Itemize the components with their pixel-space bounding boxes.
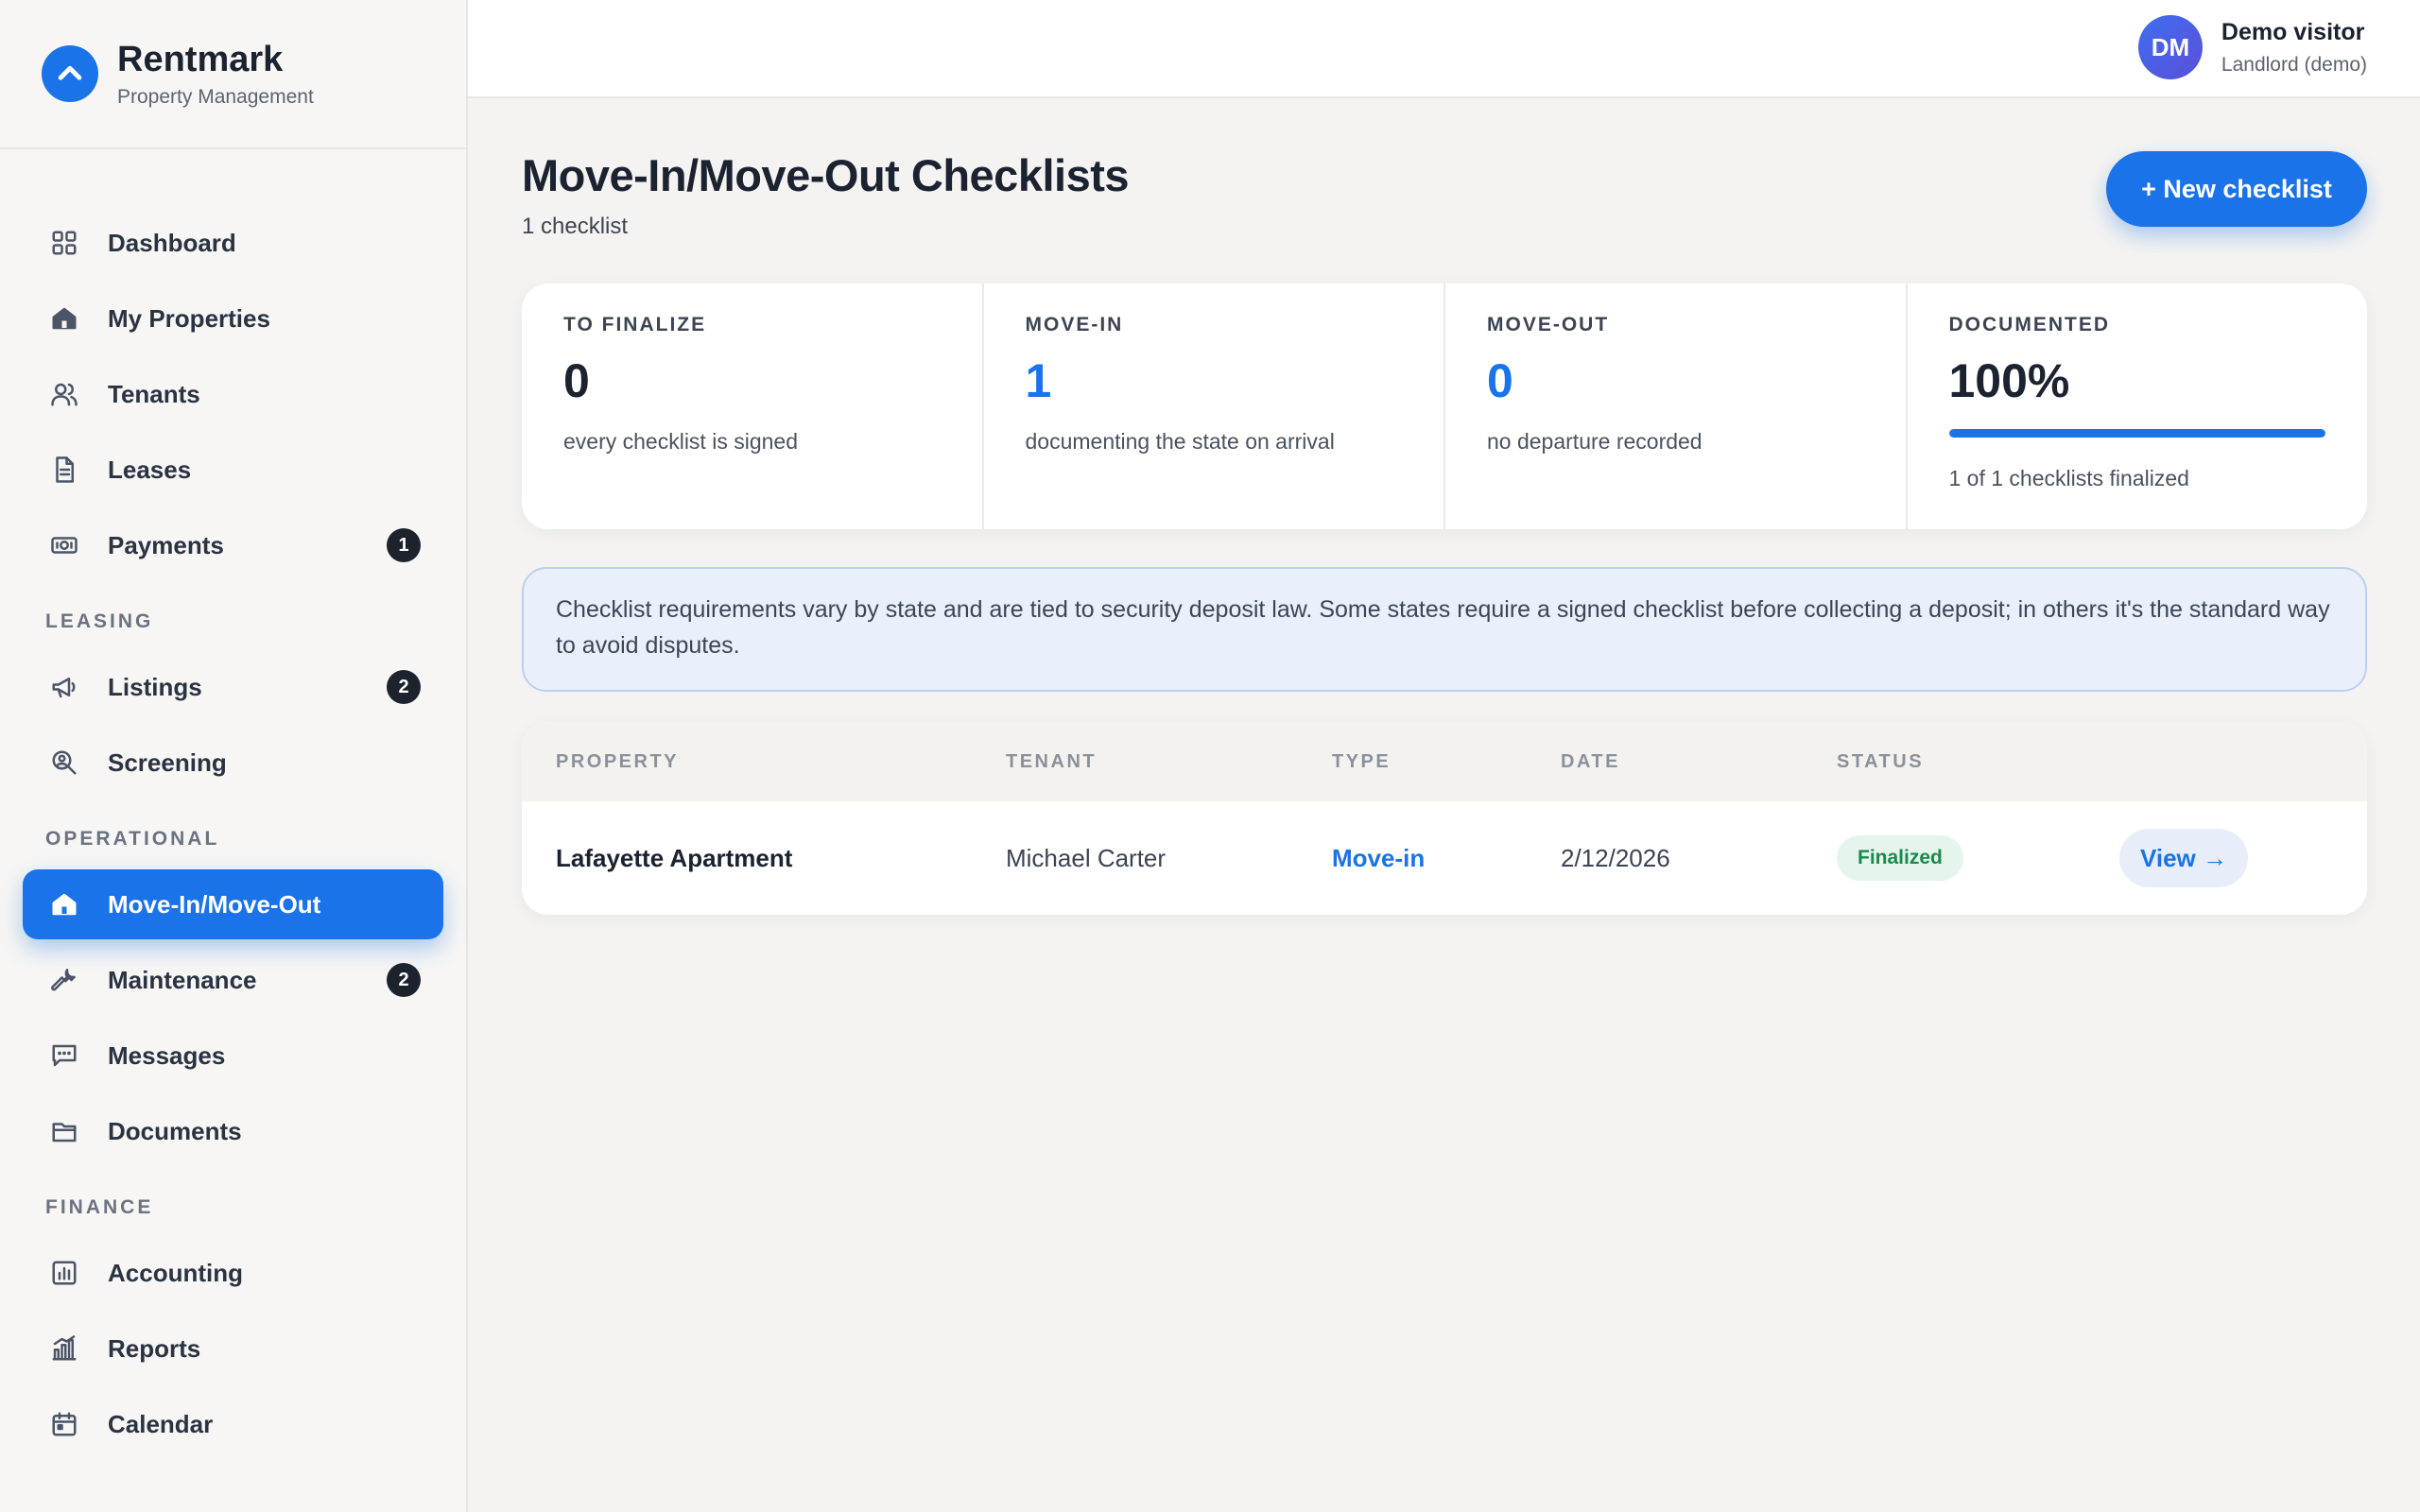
sidebar-item-messages[interactable]: Messages bbox=[23, 1021, 443, 1091]
stat-note: documenting the state on arrival bbox=[1025, 429, 1335, 454]
column-header-property[interactable]: PROPERTY bbox=[556, 722, 679, 801]
sidebar-item-leases[interactable]: Leases bbox=[23, 435, 443, 505]
sidebar-item-screening[interactable]: Screening bbox=[23, 728, 443, 798]
sidebar-item-tenants[interactable]: Tenants bbox=[23, 359, 443, 429]
sidebar-item-accounting[interactable]: Accounting bbox=[23, 1238, 443, 1308]
documented-progress-bar bbox=[1948, 429, 2325, 438]
sidebar-nav: Dashboard My Properties Tenants Leases P… bbox=[0, 149, 466, 1459]
sidebar-item-reports[interactable]: Reports bbox=[23, 1314, 443, 1383]
sidebar-item-listings[interactable]: Listings 2 bbox=[23, 652, 443, 722]
sidebar-item-label: Calendar bbox=[108, 1409, 214, 1438]
stat-move-out: MOVE-OUT 0 no departure recorded bbox=[1445, 284, 1908, 529]
user-name: Demo visitor bbox=[2221, 18, 2365, 45]
stat-value: 0 bbox=[1487, 354, 1513, 407]
column-header-type[interactable]: TYPE bbox=[1332, 722, 1391, 801]
stat-note: 1 of 1 checklists finalized bbox=[1948, 466, 2189, 490]
brand-name: Rentmark bbox=[117, 39, 284, 79]
cell-type: Move-in bbox=[1332, 843, 1426, 872]
sidebar-item-dashboard[interactable]: Dashboard bbox=[23, 208, 443, 278]
cell-property: Lafayette Apartment bbox=[556, 843, 793, 872]
cell-date: 2/12/2026 bbox=[1561, 843, 1670, 872]
cell-action: View → bbox=[2119, 801, 2248, 915]
info-notice: Checklist requirements vary by state and… bbox=[522, 567, 2367, 692]
avatar[interactable]: DM bbox=[2137, 15, 2203, 79]
sidebar-item-label: Reports bbox=[108, 1333, 201, 1363]
cell-status: Finalized bbox=[1837, 801, 1963, 915]
sidebar-item-label: Accounting bbox=[108, 1258, 243, 1287]
brand-subtitle: Property Management bbox=[117, 85, 314, 108]
sidebar-item-label: Tenants bbox=[108, 379, 200, 408]
sidebar-item-move-in-move-out[interactable]: Move-In/Move-Out bbox=[23, 869, 443, 939]
sidebar-item-maintenance[interactable]: Maintenance 2 bbox=[23, 945, 443, 1015]
section-operational: OPERATIONAL bbox=[45, 828, 220, 850]
stat-label: TO FINALIZE bbox=[563, 314, 707, 335]
brand-logo-icon bbox=[42, 45, 98, 102]
listings-badge: 2 bbox=[387, 670, 421, 704]
wrench-icon bbox=[49, 965, 79, 995]
payments-badge: 1 bbox=[387, 528, 421, 562]
sidebar-item-label: Screening bbox=[108, 747, 227, 777]
table-row[interactable]: Lafayette Apartment Michael Carter Move-… bbox=[522, 801, 2367, 915]
sidebar-item-label: Maintenance bbox=[108, 965, 257, 994]
sidebar-item-label: Payments bbox=[108, 530, 224, 559]
status-badge: Finalized bbox=[1837, 835, 1963, 881]
user-menu[interactable]: DM Demo visitor Landlord (demo) bbox=[2137, 15, 2367, 79]
chat-icon bbox=[49, 1040, 79, 1071]
stat-value: 1 bbox=[1025, 354, 1052, 407]
stat-label: MOVE-OUT bbox=[1487, 314, 1610, 335]
stats-card: TO FINALIZE 0 every checklist is signed … bbox=[522, 284, 2367, 529]
sidebar-item-label: Dashboard bbox=[108, 228, 236, 257]
section-finance: FINANCE bbox=[45, 1196, 154, 1218]
home-icon bbox=[49, 889, 79, 919]
stat-value: 100% bbox=[1948, 354, 2070, 407]
stat-documented: DOCUMENTED 100% 1 of 1 checklists finali… bbox=[1908, 284, 2368, 529]
sidebar-item-label: Move-In/Move-Out bbox=[108, 889, 321, 919]
sidebar-item-calendar[interactable]: Calendar bbox=[23, 1389, 443, 1459]
stat-label: DOCUMENTED bbox=[1948, 314, 2110, 335]
search-person-icon bbox=[49, 747, 79, 778]
sidebar-item-label: My Properties bbox=[108, 303, 270, 333]
column-header-date[interactable]: DATE bbox=[1561, 722, 1620, 801]
stat-note: no departure recorded bbox=[1487, 429, 1703, 454]
stat-label: MOVE-IN bbox=[1025, 314, 1124, 335]
users-icon bbox=[49, 379, 79, 409]
banknote-icon bbox=[49, 530, 79, 560]
topbar: DM Demo visitor Landlord (demo) bbox=[468, 0, 2420, 98]
sidebar-item-documents[interactable]: Documents bbox=[23, 1096, 443, 1166]
page-title: Move-In/Move-Out Checklists bbox=[522, 150, 1130, 200]
sidebar: Rentmark Property Management Dashboard M… bbox=[0, 0, 468, 1512]
progress-fill bbox=[1948, 429, 2325, 438]
stat-to-finalize: TO FINALIZE 0 every checklist is signed bbox=[522, 284, 984, 529]
maintenance-badge: 2 bbox=[387, 963, 421, 997]
sidebar-item-payments[interactable]: Payments 1 bbox=[23, 510, 443, 580]
cell-tenant: Michael Carter bbox=[1006, 843, 1167, 872]
brand[interactable]: Rentmark Property Management bbox=[0, 0, 466, 149]
home-icon bbox=[49, 303, 79, 334]
column-header-status[interactable]: STATUS bbox=[1837, 722, 1924, 801]
sidebar-item-label: Listings bbox=[108, 672, 202, 701]
calendar-icon bbox=[49, 1409, 79, 1439]
bar-chart-icon bbox=[49, 1333, 79, 1364]
stat-value: 0 bbox=[563, 354, 590, 407]
megaphone-icon bbox=[49, 672, 79, 702]
folder-icon bbox=[49, 1116, 79, 1146]
grid-icon bbox=[49, 228, 79, 258]
stat-move-in: MOVE-IN 1 documenting the state on arriv… bbox=[984, 284, 1445, 529]
new-checklist-button[interactable]: + New checklist bbox=[2106, 151, 2367, 227]
section-leasing: LEASING bbox=[45, 610, 154, 632]
sidebar-item-label: Messages bbox=[108, 1040, 226, 1070]
document-icon bbox=[49, 455, 79, 485]
sidebar-item-label: Leases bbox=[108, 455, 192, 484]
view-button[interactable]: View → bbox=[2119, 829, 2248, 887]
page-subtitle: 1 checklist bbox=[522, 214, 629, 239]
sidebar-item-my-properties[interactable]: My Properties bbox=[23, 284, 443, 353]
column-header-tenant[interactable]: TENANT bbox=[1006, 722, 1097, 801]
ledger-icon bbox=[49, 1258, 79, 1288]
table-header: PROPERTY TENANT TYPE DATE STATUS bbox=[522, 722, 2367, 801]
sidebar-item-label: Documents bbox=[108, 1116, 242, 1145]
user-role: Landlord (demo) bbox=[2221, 53, 2367, 76]
stat-note: every checklist is signed bbox=[563, 429, 798, 454]
checklists-table: PROPERTY TENANT TYPE DATE STATUS Lafayet… bbox=[522, 722, 2367, 915]
